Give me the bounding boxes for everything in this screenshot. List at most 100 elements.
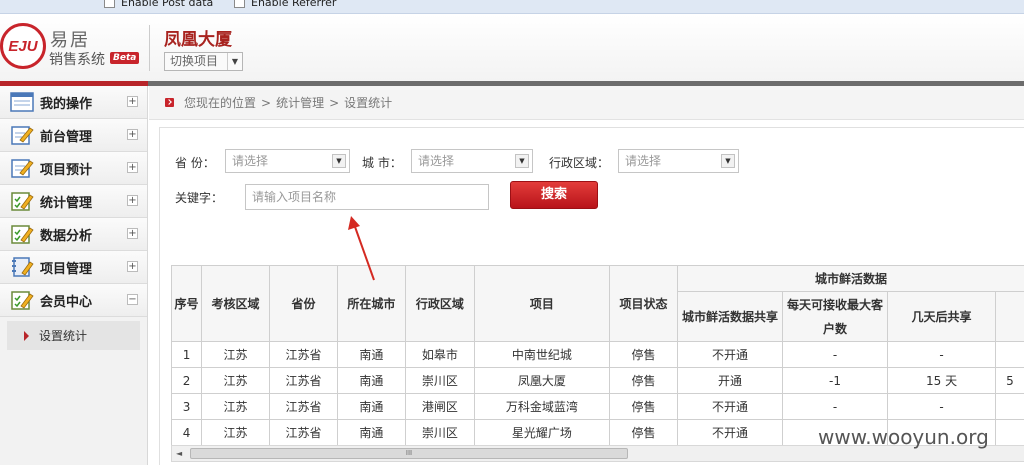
header-share: 城市鲜活数据共享 [677,291,783,342]
cell-province: 江苏省 [269,367,338,394]
table-row: 2 江苏 江苏省 南通 崇川区 凤凰大厦 停售 开通 -1 15 天 5 [171,367,1024,394]
cell-max-clients: - [781,393,889,420]
cell-status: 停售 [609,341,679,368]
cell-extra [995,419,1024,445]
sidebar-item-front-desk[interactable]: 前台管理 + [0,119,147,152]
sidebar-item-member-center[interactable]: 会员中心 − [0,284,147,317]
collapse-icon[interactable]: − [127,294,138,305]
cell-city: 南通 [336,393,406,420]
switch-project-select[interactable]: 切换项目 ▼ [164,52,243,71]
checkbox-box[interactable] [234,0,245,8]
expand-icon[interactable]: + [127,261,138,272]
keyword-placeholder: 请输入项目名称 [252,190,337,204]
cell-region: 江苏 [201,341,270,368]
district-select[interactable]: 请选择 ▼ [618,149,739,173]
sidebar-item-my-operations[interactable]: 我的操作 + [0,86,147,119]
header-status: 项目状态 [609,265,679,342]
sidebar-item-project-management[interactable]: 项目管理 + [0,251,147,284]
sidebar-item-label: 统计管理 [40,195,93,211]
sidebar-item-label: 数据分析 [40,228,93,244]
expand-icon[interactable]: + [127,228,138,239]
chevron-down-icon[interactable]: ▼ [332,154,346,168]
cell-status: 停售 [609,419,679,445]
province-label: 省 份： [175,156,215,170]
logo-text: EJU [8,37,38,55]
checklist-icon [10,190,34,212]
subitem-label: 设置统计 [39,329,88,343]
cell-province: 江苏省 [269,393,338,420]
table-row: 1 江苏 江苏省 南通 如皋市 中南世纪城 停售 不开通 - - [171,341,1024,368]
cell-days-after: - [887,341,996,368]
header-region: 考核区域 [201,265,270,342]
table-row: 3 江苏 江苏省 南通 港闸区 万科金域蓝湾 停售 不开通 - - [171,393,1024,420]
breadcrumb-text: 您现在的位置 > 统计管理 > 设置统计 [184,94,392,111]
breadcrumb-level1[interactable]: 统计管理 [276,96,324,110]
cell-max-clients: - [781,341,889,368]
checkbox-box[interactable] [104,0,115,8]
breadcrumb-prefix: 您现在的位置 [184,96,257,110]
province-select[interactable]: 请选择 ▼ [225,149,350,173]
expand-icon[interactable]: + [127,162,138,173]
cell-region: 江苏 [201,393,270,420]
keyword-label: 关键字： [175,191,224,205]
sidebar-item-statistics[interactable]: 统计管理 + [0,185,147,218]
keyword-input[interactable]: 请输入项目名称 [245,184,489,210]
enable-referrer-checkbox[interactable]: Enable Referrer [234,0,336,9]
expand-icon[interactable]: + [127,195,138,206]
breadcrumb-separator: > [261,96,272,110]
header-province: 省份 [269,265,338,342]
search-button[interactable]: 搜索 [510,181,598,209]
app-header: EJU 易居 销售系统 Beta 凤凰大厦 切换项目 ▼ [0,15,1024,81]
header-group-fresh-data: 城市鲜活数据 [677,265,1024,292]
breadcrumb-level2: 设置统计 [344,96,393,110]
breadcrumb-separator: > [329,96,340,110]
cell-city: 南通 [336,341,406,368]
cell-city: 南通 [336,419,406,445]
chevron-down-icon[interactable]: ▼ [227,53,242,70]
header-max-clients: 每天可接收最大客户数 [781,291,889,342]
notebook-icon [10,256,34,278]
expand-icon[interactable]: + [127,96,138,107]
city-select[interactable]: 请选择 ▼ [411,149,533,173]
expand-icon[interactable]: + [127,129,138,140]
sidebar-item-project-forecast[interactable]: 项目预计 + [0,152,147,185]
cell-share: 不开通 [677,419,783,445]
cell-days-after: 15 天 [887,367,996,394]
sidebar: 我的操作 + 前台管理 + 项目预计 + 统计管理 + 数据分析 + 项目管理 … [0,86,148,465]
watermark: www.wooyun.org [818,425,989,449]
header-divider [149,25,150,71]
scroll-left-icon[interactable]: ◄ [176,449,182,458]
header-days-after: 几天后共享 [887,291,996,342]
chevron-down-icon[interactable]: ▼ [721,154,735,168]
cell-share: 开通 [677,367,783,394]
header-extra [995,291,1024,342]
cell-extra: 5 [995,367,1024,394]
pencil-clipboard-icon [10,124,34,146]
cell-district: 崇川区 [404,419,475,445]
cell-extra [995,393,1024,420]
browser-toolbar-strip: Enable Post data Enable Referrer [0,0,1024,14]
header-district: 行政区域 [404,265,475,342]
cell-project: 星光耀广场 [473,419,611,445]
sidebar-subitem-settings-statistics[interactable]: 设置统计 [7,321,140,350]
city-label: 城 市： [362,156,402,170]
cell-max-clients: -1 [781,367,889,394]
cell-index: 4 [171,419,203,445]
cell-district: 如皋市 [404,341,475,368]
content-panel: 省 份： 请选择 ▼ 城 市： 请选择 ▼ 行政区域： 请选择 ▼ 关键字： 请… [159,127,1024,465]
cell-project: 凤凰大厦 [473,367,611,394]
cell-index: 1 [171,341,203,368]
results-table: 序号 考核区域 省份 所在城市 行政区域 项目 项目状态 城市鲜活数据 城市鲜活… [171,265,1024,445]
system-name: 销售系统 [49,52,105,68]
breadcrumb: 您现在的位置 > 统计管理 > 设置统计 [149,86,1024,120]
eju-logo: EJU [0,23,46,69]
header-project: 项目 [473,265,611,342]
cell-index: 3 [171,393,203,420]
enable-post-data-checkbox[interactable]: Enable Post data [104,0,213,9]
sidebar-item-data-analysis[interactable]: 数据分析 + [0,218,147,251]
sidebar-item-label: 项目管理 [40,261,93,277]
beta-badge: Beta [110,52,140,64]
scrollbar-thumb[interactable]: III [190,448,628,459]
chevron-down-icon[interactable]: ▼ [515,154,529,168]
district-label: 行政区域： [549,156,610,170]
